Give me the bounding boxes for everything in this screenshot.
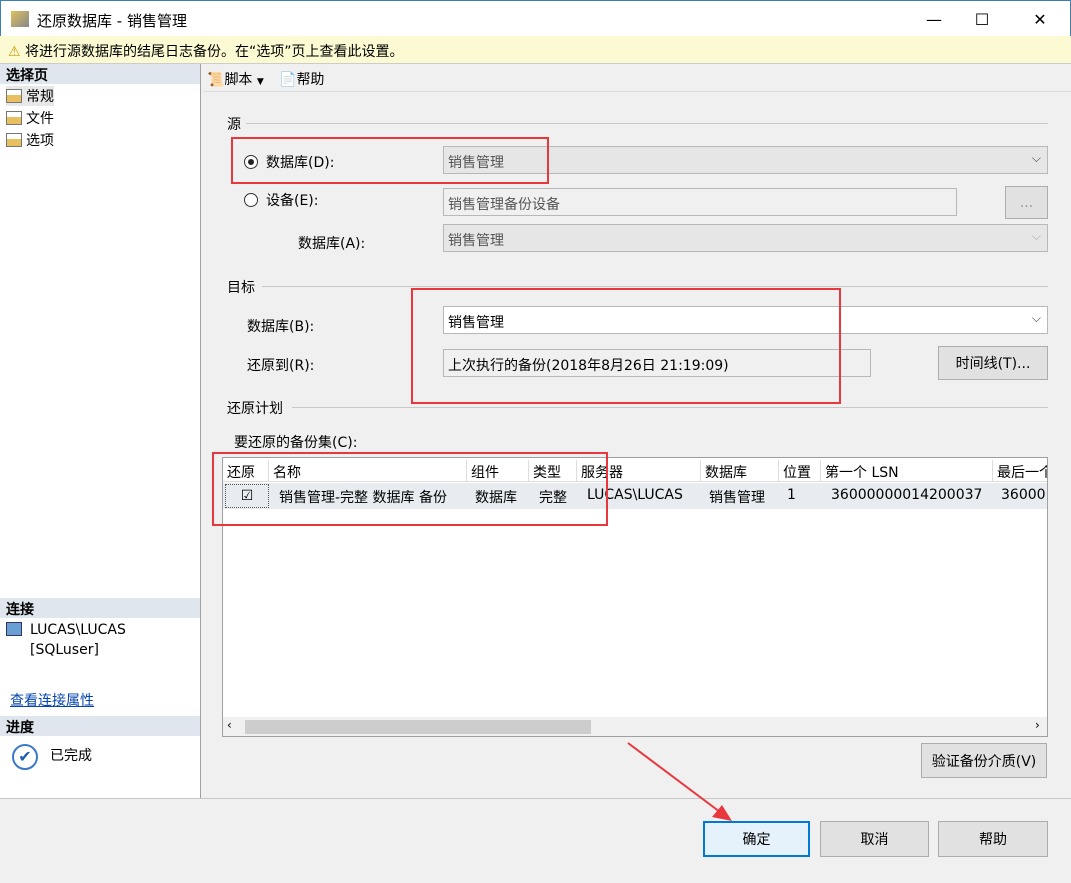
device-input[interactable]: 销售管理备份设备 <box>443 188 957 216</box>
column-header[interactable]: 第一个 LSN <box>821 460 993 482</box>
close-button[interactable]: ✕ <box>1017 1 1063 37</box>
divider <box>262 286 1048 287</box>
restore-checkbox[interactable]: ☑ <box>225 484 269 508</box>
divider <box>246 123 1048 124</box>
device-database-select[interactable]: 销售管理 ⌵ <box>443 224 1048 252</box>
backup-server: LUCAS\LUCAS <box>587 487 683 503</box>
progress-header: 进度 <box>0 716 200 736</box>
check-complete-icon: ✔ <box>12 744 38 770</box>
column-header[interactable]: 名称 <box>269 460 467 482</box>
server-icon <box>6 622 22 636</box>
column-header[interactable]: 数据库 <box>701 460 779 482</box>
backup-first-lsn: 36000000014200037 <box>831 487 983 503</box>
script-icon: 📜 <box>207 72 225 88</box>
restore-to-label: 还原到(R): <box>247 358 315 374</box>
database-label: 数据库(D): <box>266 155 335 171</box>
progress-status: 已完成 <box>50 748 92 764</box>
sidebar-item-general[interactable]: 常规 <box>6 86 54 106</box>
verify-backup-media-button[interactable]: 验证备份介质(V) <box>921 743 1047 778</box>
minimize-button[interactable]: — <box>911 1 957 37</box>
target-section-title: 目标 <box>227 280 255 296</box>
backup-database: 销售管理 <box>709 490 765 506</box>
target-database-value: 销售管理 <box>448 315 504 331</box>
sidebar-item-files[interactable]: 文件 <box>6 108 54 128</box>
source-db-label: 数据库(A): <box>298 236 366 252</box>
target-database-select[interactable]: 销售管理 ⌵ <box>443 306 1048 334</box>
ok-button[interactable]: 确定 <box>703 821 810 857</box>
title-bar: 还原数据库 - 销售管理 — ☐ ✕ <box>0 0 1071 36</box>
window-title: 还原数据库 - 销售管理 <box>37 12 187 30</box>
warning-text: 将进行源数据库的结尾日志备份。在“选项”页上查看此设置。 <box>25 44 404 60</box>
page-icon <box>6 89 22 103</box>
column-header[interactable]: 位置 <box>779 460 821 482</box>
help-icon: 📄 <box>279 72 297 88</box>
help-button[interactable]: 📄帮助 <box>279 69 324 89</box>
connection-header: 连接 <box>0 598 200 618</box>
toolbar: 📜脚本 ▼ 📄帮助 <box>203 64 1071 92</box>
view-connection-properties-link[interactable]: 查看连接属性 <box>10 690 94 710</box>
device-label: 设备(E): <box>266 193 319 209</box>
backup-component: 数据库 <box>475 490 517 506</box>
target-database-label: 数据库(B): <box>247 319 315 335</box>
backup-last-lsn: 36000 <box>1001 487 1046 503</box>
radio-icon <box>244 155 258 169</box>
page-icon <box>6 111 22 125</box>
sidebar-item-label: 选项 <box>26 133 54 149</box>
user-name: [SQLuser] <box>30 642 99 658</box>
annotation-arrow-icon <box>627 742 732 821</box>
source-database-value: 销售管理 <box>448 155 504 171</box>
column-header[interactable]: 服务器 <box>577 460 701 482</box>
database-radio[interactable]: 数据库(D): <box>244 152 334 172</box>
source-database-select[interactable]: 销售管理 ⌵ <box>443 146 1048 174</box>
radio-icon <box>244 193 258 207</box>
timeline-button[interactable]: 时间线(T)... <box>938 346 1048 380</box>
backup-name: 销售管理-完整 数据库 备份 <box>279 490 447 506</box>
backup-sets-label: 要还原的备份集(C): <box>234 435 358 451</box>
horizontal-scrollbar[interactable]: ‹ › <box>223 717 1047 736</box>
sidebar-item-label: 文件 <box>26 111 54 127</box>
restore-to-value: 上次执行的备份(2018年8月26日 21:19:09) <box>448 358 729 374</box>
device-database-value: 销售管理 <box>448 233 504 249</box>
browse-device-button[interactable]: ... <box>1005 186 1048 219</box>
column-header[interactable]: 还原 <box>223 460 269 482</box>
scrollbar-thumb[interactable] <box>245 720 591 734</box>
source-section-title: 源 <box>227 117 241 133</box>
device-radio[interactable]: 设备(E): <box>244 190 319 210</box>
column-header[interactable]: 类型 <box>529 460 577 482</box>
divider <box>292 407 1048 408</box>
column-header[interactable]: 最后一个 <box>993 460 1047 482</box>
scroll-left-icon[interactable]: ‹ <box>227 718 232 732</box>
help-dialog-button[interactable]: 帮助 <box>938 821 1048 857</box>
dropdown-arrow-icon: ▼ <box>256 77 264 87</box>
device-value: 销售管理备份设备 <box>448 197 560 213</box>
scroll-right-icon[interactable]: › <box>1035 718 1040 732</box>
server-name: LUCAS\LUCAS <box>30 622 126 638</box>
script-label: 脚本 <box>224 72 253 88</box>
script-button[interactable]: 📜脚本 ▼ <box>207 69 264 89</box>
help-label: 帮助 <box>296 72 325 88</box>
page-icon <box>6 133 22 147</box>
column-header[interactable]: 组件 <box>467 460 529 482</box>
cancel-button[interactable]: 取消 <box>820 821 929 857</box>
chevron-down-icon: ⌵ <box>1031 229 1041 243</box>
maximize-button[interactable]: ☐ <box>959 1 1005 37</box>
warning-icon: ⚠ <box>8 44 21 60</box>
backup-sets-grid: 还原 名称 组件 类型 服务器 数据库 位置 第一个 LSN 最后一个 ☑ 销售… <box>222 457 1048 737</box>
restore-db-icon <box>11 11 29 27</box>
sidebar-item-label: 常规 <box>26 89 54 105</box>
select-page-header: 选择页 <box>0 64 200 84</box>
backup-type: 完整 <box>539 490 567 506</box>
restore-plan-title: 还原计划 <box>227 401 283 417</box>
backup-position: 1 <box>787 487 796 503</box>
warning-bar: ⚠ 将进行源数据库的结尾日志备份。在“选项”页上查看此设置。 <box>0 36 1071 64</box>
restore-to-field: 上次执行的备份(2018年8月26日 21:19:09) <box>443 349 871 377</box>
chevron-down-icon: ⌵ <box>1031 311 1041 325</box>
sidebar-item-options[interactable]: 选项 <box>6 130 54 150</box>
chevron-down-icon: ⌵ <box>1031 151 1041 165</box>
sidebar: 选择页 常规 文件 选项 连接 LUCAS\LUCAS [SQLuser] 查看… <box>0 64 201 799</box>
